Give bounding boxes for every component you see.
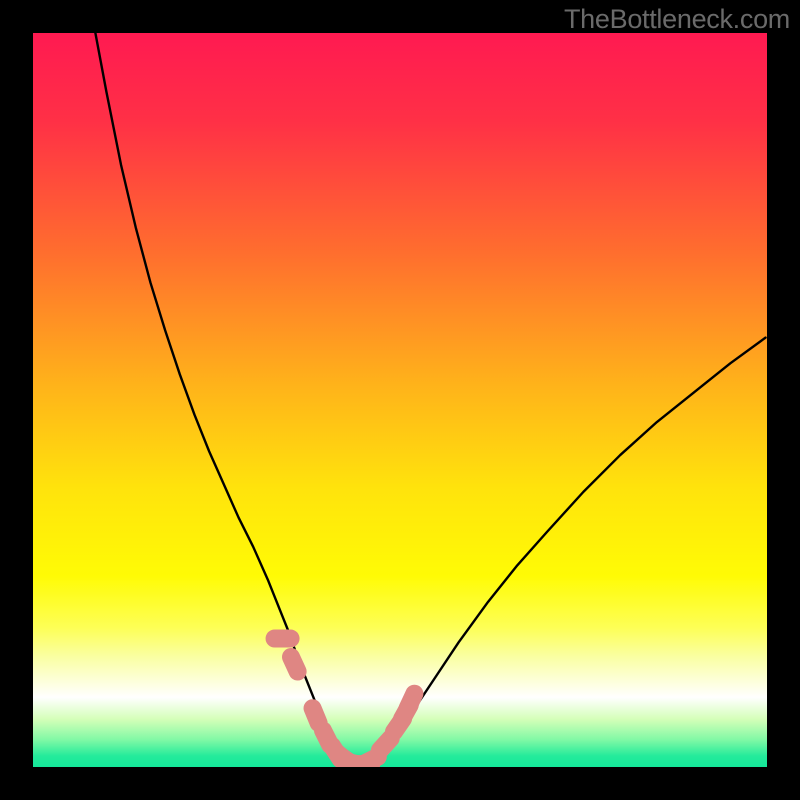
series-marker — [291, 657, 298, 672]
plot-background — [33, 33, 767, 767]
series-marker — [313, 708, 319, 723]
watermark-text: TheBottleneck.com — [564, 4, 790, 35]
plot-area — [33, 33, 767, 767]
chart-frame: TheBottleneck.com — [0, 0, 800, 800]
series-marker — [408, 694, 415, 708]
chart-svg — [33, 33, 767, 767]
series-marker — [380, 738, 391, 750]
